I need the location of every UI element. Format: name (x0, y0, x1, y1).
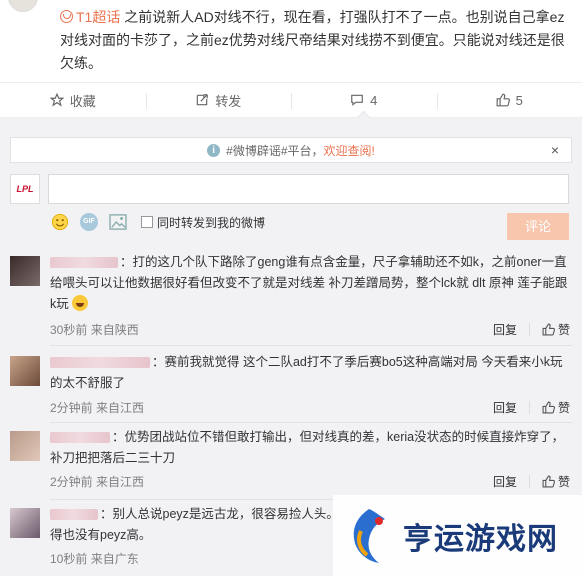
comment-actions: 回复 赞 (493, 473, 570, 490)
like-count: 5 (515, 92, 523, 108)
commenter-name[interactable] (50, 509, 98, 521)
star-icon (49, 93, 64, 107)
gif-icon: GIF (80, 213, 98, 231)
gif-button[interactable]: GIF (79, 212, 99, 232)
comment-body: ：打的这几个队下路除了geng谁有点含金量，尺子拿辅助还不如k，之前oner一直… (50, 252, 572, 315)
repost-label: 转发 (215, 93, 242, 109)
comment-time: 2分钟前 (50, 401, 93, 415)
like-comment-button[interactable]: 赞 (558, 321, 570, 338)
image-icon (109, 214, 127, 230)
comment-body: ：优势团战站位不错但敢打输出，但对线真的差，keria没状态的时候直接炸穿了，补… (50, 427, 572, 469)
commenter-avatar[interactable] (10, 431, 40, 461)
topic-link[interactable]: T1超话 (60, 9, 120, 25)
comment-time: 30秒前 (50, 323, 88, 337)
supertopic-icon (60, 10, 73, 23)
thumb-up-icon[interactable] (542, 323, 555, 336)
post-content: T1超话 之前说新人AD对线不行，现在看，打强队打不了一点。也别说自己拿ez对线… (60, 6, 572, 75)
comment-time: 2分钟前 (50, 475, 93, 489)
commenter-avatar[interactable] (10, 256, 40, 286)
close-icon[interactable]: × (551, 142, 559, 158)
comment-time: 10秒前 (50, 552, 88, 566)
comment-meta: 2分钟前 来自江西 (50, 399, 144, 416)
submit-comment-button[interactable]: 评论 (507, 213, 569, 240)
lpl-logo: LPL (16, 184, 34, 194)
thumb-up-icon[interactable] (542, 475, 555, 488)
notice-text: #微博辟谣#平台， (226, 143, 324, 158)
comment-text: ：优势团战站位不错但敢打输出，但对线真的差，keria没状态的时候直接炸穿了，补… (50, 430, 565, 465)
comment-actions: 回复 赞 (493, 399, 570, 416)
repost-checkbox-label: 同时转发到我的微博 (157, 215, 266, 230)
topic-label[interactable]: T1超话 (76, 9, 120, 25)
comment-location: 来自江西 (96, 475, 145, 489)
smile-icon (51, 213, 69, 231)
repost-checkbox[interactable] (141, 216, 153, 228)
notice-link[interactable]: 欢迎查阅! (324, 142, 375, 159)
author-avatar[interactable] (8, 0, 38, 12)
comment-location: 来自广东 (90, 552, 139, 566)
like-button[interactable]: 5 (436, 83, 582, 117)
rumor-notice: i #微博辟谣#平台， 欢迎查阅! × (10, 137, 572, 163)
comment-text: ：别人总说peyz是远古龙，很容易捡人头。 (100, 507, 339, 521)
divider (50, 422, 572, 423)
reply-button[interactable]: 回复 (493, 321, 517, 338)
comment-icon (351, 94, 363, 106)
comment-meta: 2分钟前 来自江西 (50, 473, 144, 490)
thumb-up-icon (496, 93, 510, 107)
composer-tools: GIF 同时转发到我的微博 (50, 211, 265, 233)
divider (528, 401, 530, 414)
comment-count: 4 (370, 92, 378, 108)
favorite-button[interactable]: 收藏 (0, 83, 146, 117)
laugh-emoji-icon (72, 295, 89, 311)
reply-button[interactable]: 回复 (493, 399, 517, 416)
comment-location: 来自陕西 (90, 323, 139, 337)
commenter-avatar[interactable] (10, 356, 40, 386)
emoji-button[interactable] (50, 212, 70, 232)
watermark-logo (353, 508, 385, 563)
image-button[interactable] (108, 212, 128, 232)
comment-meta: 30秒前 来自陕西 (50, 321, 139, 338)
divider (528, 323, 530, 336)
comment-text: ：打的这几个队下路除了geng谁有点含金量，尺子拿辅助还不如k，之前oner一直… (50, 255, 568, 311)
post-action-bar: 收藏 转发 4 5 (0, 82, 582, 118)
post-text: 之前说新人AD对线不行，现在看，打强队打不了一点。也别说自己拿ez对线对面的卡莎… (60, 9, 565, 71)
commenter-name[interactable] (50, 357, 150, 369)
comment-button[interactable]: 4 (291, 83, 437, 117)
thumb-up-icon[interactable] (542, 401, 555, 414)
repost-button[interactable]: 转发 (145, 83, 292, 117)
like-comment-button[interactable]: 赞 (558, 473, 570, 490)
like-comment-button[interactable]: 赞 (558, 399, 570, 416)
commenter-avatar[interactable] (10, 508, 40, 538)
favorite-label: 收藏 (69, 93, 96, 109)
watermark-text: 亨运游戏网 (403, 521, 558, 557)
comment-input[interactable] (48, 174, 569, 204)
info-icon: i (207, 143, 221, 157)
my-avatar[interactable]: LPL (10, 174, 40, 204)
comment-meta: 10秒前 来自广东 (50, 550, 139, 567)
comment-text-continued: 得也没有peyz高。 (50, 528, 152, 542)
comment-body: ：赛前我就觉得 这个二队ad打不了季后赛bo5这种高端对局 今天看来小k玩的太不… (50, 352, 572, 394)
repost-icon (196, 94, 209, 106)
comment-location: 来自江西 (96, 401, 145, 415)
commenter-name[interactable] (50, 432, 110, 444)
divider (50, 345, 572, 346)
site-watermark: 亨运游戏网 (333, 495, 582, 576)
comment-actions: 回复 赞 (493, 321, 570, 338)
reply-button[interactable]: 回复 (493, 473, 517, 490)
divider (528, 475, 530, 488)
commenter-name[interactable] (50, 257, 118, 269)
